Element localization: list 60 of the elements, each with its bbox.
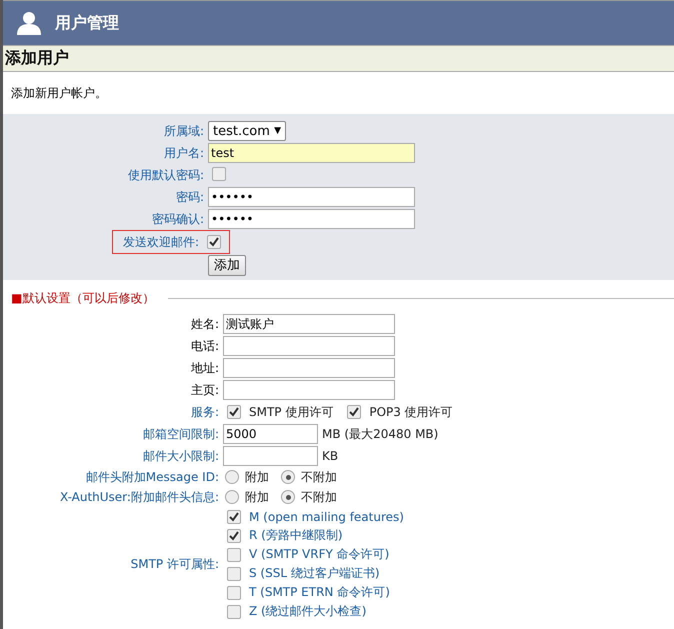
input-field[interactable]: 5000 — [223, 424, 318, 444]
user-icon — [17, 11, 41, 35]
checkbox[interactable] — [227, 510, 241, 524]
radio-button[interactable] — [225, 490, 239, 504]
field-label: 主页: — [190, 382, 220, 398]
field-label: 姓名: — [190, 316, 220, 332]
checkbox[interactable] — [227, 548, 241, 562]
option-label: POP3 使用许可 — [369, 404, 453, 420]
domain-select[interactable]: test.com ▼ — [208, 121, 286, 141]
description-text: 添加新用户帐户。 — [11, 84, 107, 102]
field-label: 所属域: — [162, 122, 205, 140]
field-label: 邮箱空间限制: — [142, 426, 220, 442]
option-label: T (SMTP ETRN 命令许可) — [249, 584, 390, 601]
input-field[interactable] — [223, 358, 395, 378]
option-label: 附加 — [245, 488, 269, 506]
defaults-title: ■默认设置（可以后修改） — [11, 290, 154, 307]
field-label: SMTP 许可属性: — [130, 556, 220, 572]
option-label: 不附加 — [301, 468, 337, 486]
field-label: X-AuthUser:附加邮件头信息: — [58, 488, 220, 506]
radio-button[interactable] — [281, 470, 295, 484]
input-field[interactable]: test — [208, 143, 415, 163]
field-label: 邮件大小限制: — [142, 448, 220, 464]
field-label: 发送欢迎邮件: — [122, 234, 200, 250]
field-label: 电话: — [190, 338, 220, 354]
input-field[interactable]: 测试账户 — [223, 314, 395, 334]
checkbox[interactable] — [207, 234, 221, 248]
field-label: 地址: — [190, 360, 220, 376]
option-label: M (open mailing features) — [249, 510, 404, 524]
section-title: 添加用户 — [5, 48, 69, 69]
add-button[interactable]: 添加 — [208, 254, 246, 276]
checkbox[interactable] — [227, 604, 241, 618]
page-title: 用户管理 — [55, 12, 119, 34]
checkbox[interactable] — [212, 166, 226, 180]
option-label: V (SMTP VRFY 命令许可) — [249, 546, 390, 563]
field-label: 使用默认密码: — [126, 166, 205, 184]
field-label: 用户名: — [162, 144, 205, 162]
field-label: 邮件头附加Message ID: — [84, 468, 220, 486]
option-label: R (旁路中继限制) — [249, 527, 343, 544]
option-label: S (SSL 绕过客户端证书) — [249, 565, 380, 582]
checkbox[interactable] — [227, 586, 241, 600]
checkbox[interactable] — [347, 405, 362, 419]
option-label: Z (绕过邮件大小检查) — [249, 603, 366, 620]
radio-button[interactable] — [281, 490, 295, 504]
field-label: 密码: — [174, 188, 205, 206]
unit-label: KB — [322, 449, 338, 463]
radio-button[interactable] — [225, 470, 239, 484]
option-label: SMTP 使用许可 — [249, 404, 334, 420]
field-label: 密码确认: — [150, 210, 205, 228]
option-label: 附加 — [245, 468, 269, 486]
checkbox[interactable] — [227, 528, 241, 542]
input-field[interactable]: •••••• — [208, 187, 415, 207]
unit-label: MB (最大20480 MB) — [322, 426, 438, 442]
input-field[interactable] — [223, 336, 395, 356]
input-field[interactable]: •••••• — [208, 209, 415, 229]
input-field[interactable] — [223, 446, 318, 466]
checkbox[interactable] — [227, 405, 241, 419]
option-label: 不附加 — [301, 488, 337, 506]
input-field[interactable] — [223, 380, 395, 400]
field-label: 服务: — [190, 404, 220, 420]
checkbox[interactable] — [227, 566, 241, 580]
